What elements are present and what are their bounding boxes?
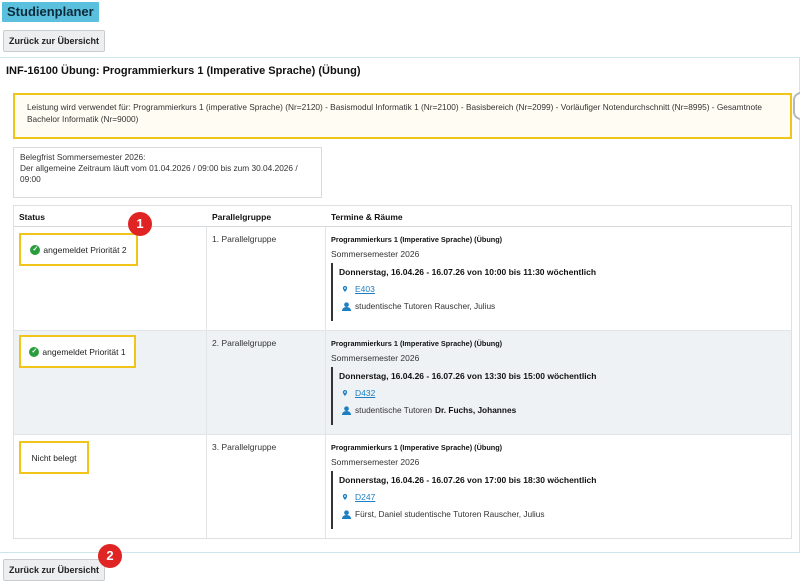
deadline-title: Belegfrist Sommersemester 2026: [20, 152, 146, 162]
appointment-block: Donnerstag, 16.04.26 - 16.07.26 von 13:3… [331, 367, 771, 425]
back-to-overview-button-top[interactable]: Zurück zur Übersicht [3, 30, 106, 52]
table-row: ✓ angemeldet Priorität 1 2. Parallelgrup… [14, 331, 791, 435]
status-badge[interactable]: ✓ angemeldet Priorität 1 [19, 335, 136, 368]
usage-info-box: Leistung wird verwendet für: Programmier… [13, 93, 792, 139]
location-pin-icon [342, 286, 348, 292]
annotation-marker-2: 2 [98, 544, 122, 568]
table-row: ✓ angemeldet Priorität 2 1. Parallelgrup… [14, 227, 791, 331]
appointment-block: Donnerstag, 16.04.26 - 16.07.26 von 10:0… [331, 263, 771, 321]
parallel-group-label: 2. Parallelgruppe [212, 338, 277, 348]
status-badge[interactable]: Nicht belegt [19, 441, 89, 474]
tutor-names: Fürst, Daniel studentische Tutoren Rausc… [355, 509, 545, 519]
check-circle-icon: ✓ [30, 244, 41, 255]
tutor-role: studentische Tutoren [355, 405, 433, 415]
annotation-marker-1: 1 [128, 212, 152, 236]
room-link[interactable]: D432 [355, 388, 375, 398]
room-link[interactable]: D247 [355, 492, 375, 502]
header-group: Parallelgruppe [212, 212, 272, 222]
appointment-time: Donnerstag, 16.04.26 - 16.07.26 von 10:0… [339, 267, 597, 277]
app-title: Studienplaner [2, 2, 99, 22]
person-icon [342, 301, 351, 311]
tutor-info: Fürst, Daniel studentische Tutoren Rausc… [342, 509, 545, 519]
tutor-names: studentische Tutoren Rauscher, Julius [355, 301, 496, 311]
parallel-group-label: 1. Parallelgruppe [212, 234, 277, 244]
status-text: Nicht belegt [31, 452, 77, 463]
header-status: Status [19, 212, 45, 222]
location: E403 [342, 284, 375, 294]
tutor-name: Dr. Fuchs, Johannes [435, 405, 517, 415]
back-to-overview-button-bottom[interactable]: Zurück zur Übersicht [3, 559, 106, 581]
column-divider [206, 227, 207, 538]
course-title: INF-16100 Übung: Programmierkurs 1 (Impe… [6, 65, 361, 77]
header-appointments: Termine & Räume [331, 212, 403, 222]
status-text: angemeldet Priorität 1 [42, 346, 126, 357]
location-pin-icon [342, 390, 348, 396]
room-link[interactable]: E403 [355, 284, 375, 294]
column-divider [325, 227, 326, 538]
tutor-info: studentische Tutoren Rauscher, Julius [342, 301, 495, 311]
groups-table: Status Parallelgruppe Termine & Räume ✓ … [13, 205, 792, 539]
appointment-time: Donnerstag, 16.04.26 - 16.07.26 von 17:0… [339, 475, 597, 485]
appointment-course-name: Programmierkurs 1 (Imperative Sprache) (… [331, 235, 503, 244]
deadline-period: Der allgemeine Zeitraum läuft vom 01.04.… [20, 163, 298, 184]
deadline-box: Belegfrist Sommersemester 2026: Der allg… [13, 147, 322, 198]
appointment-semester: Sommersemester 2026 [331, 249, 420, 259]
status-badge[interactable]: ✓ angemeldet Priorität 2 [19, 233, 138, 266]
status-text: angemeldet Priorität 2 [43, 244, 127, 255]
person-icon [342, 509, 351, 519]
table-row: Nicht belegt 3. Parallelgruppe Programmi… [14, 435, 791, 539]
person-icon [342, 405, 351, 415]
parallel-group-label: 3. Parallelgruppe [212, 442, 277, 452]
appointment-semester: Sommersemester 2026 [331, 457, 420, 467]
appointment-time: Donnerstag, 16.04.26 - 16.07.26 von 13:3… [339, 371, 597, 381]
location: D432 [342, 388, 375, 398]
appointment-course-name: Programmierkurs 1 (Imperative Sprache) (… [331, 339, 503, 348]
location: D247 [342, 492, 375, 502]
appointment-semester: Sommersemester 2026 [331, 353, 420, 363]
appointment-block: Donnerstag, 16.04.26 - 16.07.26 von 17:0… [331, 471, 771, 529]
check-circle-icon: ✓ [29, 346, 40, 357]
location-pin-icon [342, 494, 348, 500]
side-scroll-handle[interactable] [793, 92, 800, 120]
appointment-course-name: Programmierkurs 1 (Imperative Sprache) (… [331, 443, 503, 452]
tutor-info: studentische Tutoren Dr. Fuchs, Johannes [342, 405, 516, 415]
